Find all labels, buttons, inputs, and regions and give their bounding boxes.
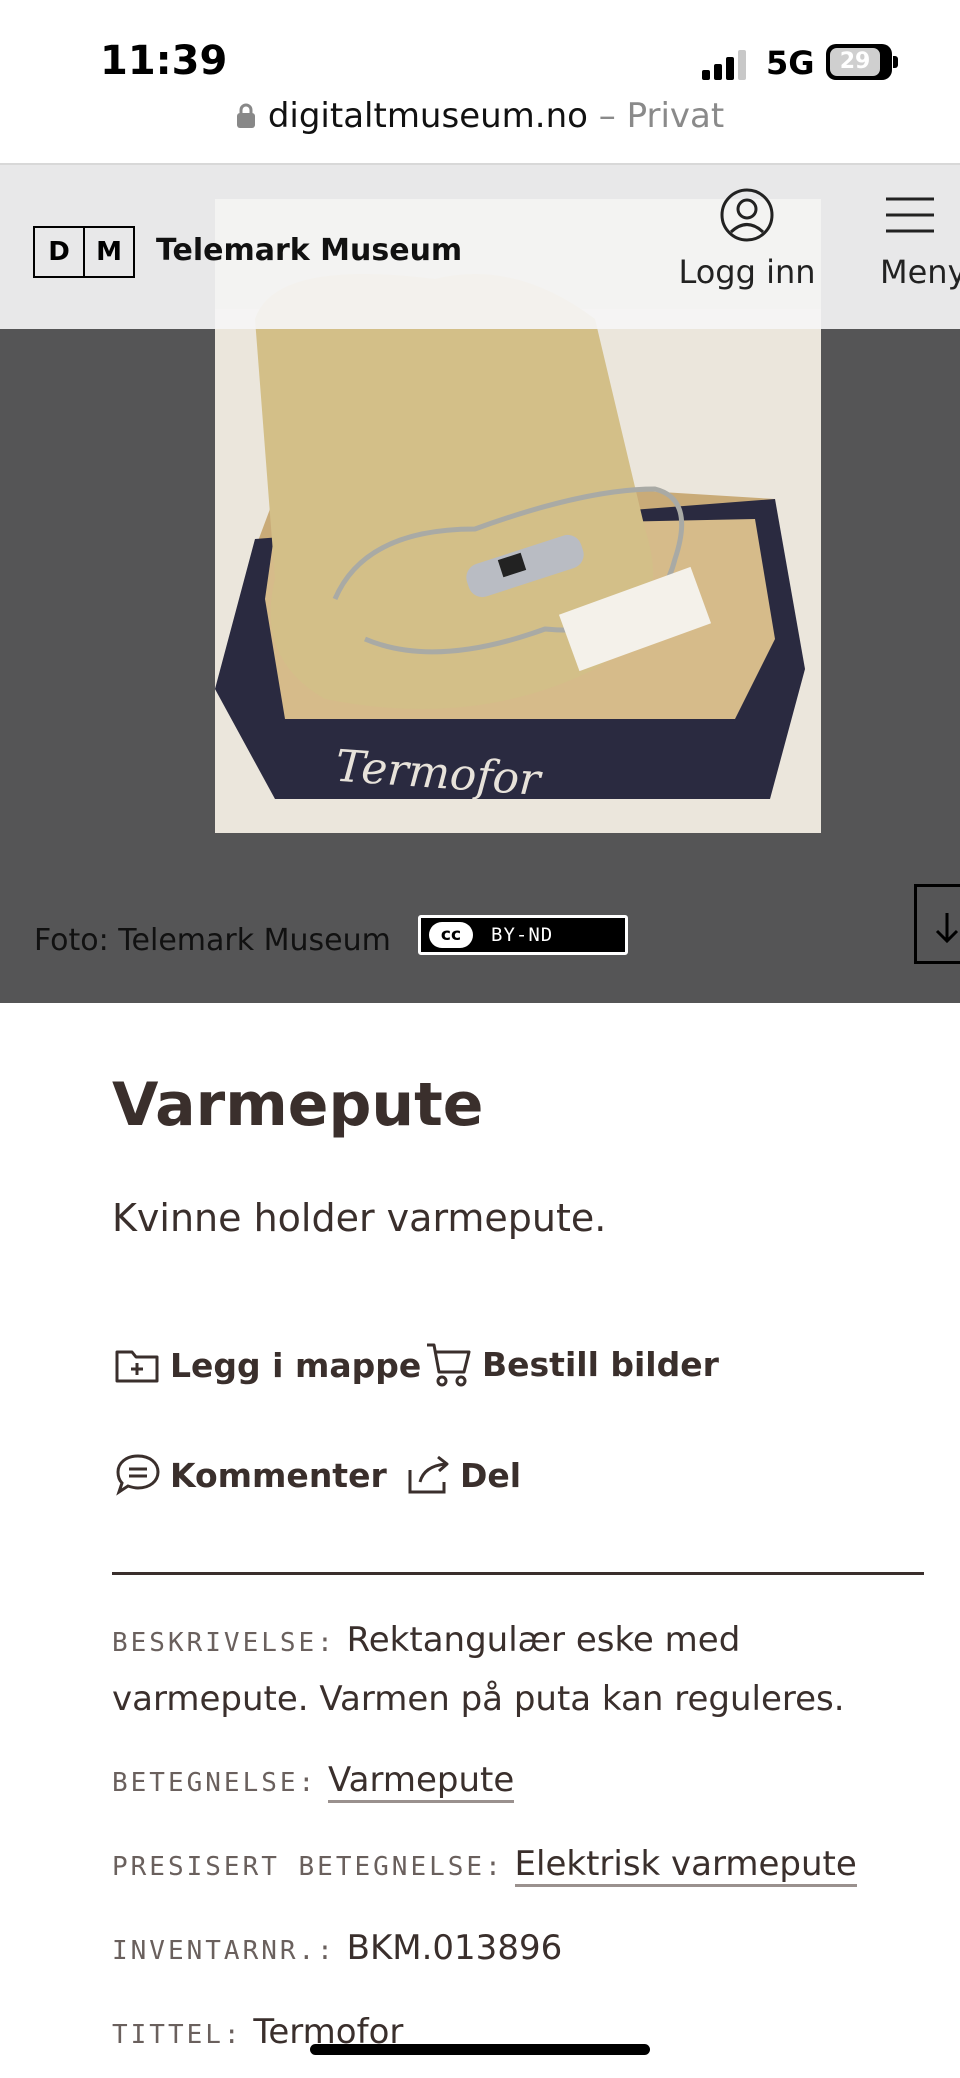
cc-icon: cc: [429, 922, 473, 948]
item-caption: Kvinne holder varmepute.: [112, 1196, 607, 1240]
share-button[interactable]: Del: [406, 1454, 521, 1496]
login-label: Logg inn: [678, 253, 816, 291]
detail-specified-designation: PRESISERT BETEGNELSE: Elektrisk varmeput…: [112, 1836, 872, 1895]
detail-link[interactable]: Elektrisk varmepute: [514, 1844, 857, 1887]
share-icon: [408, 1455, 449, 1494]
order-images-button[interactable]: Bestill bilder: [424, 1340, 719, 1388]
site-header: D M Telemark Museum Logg inn Meny: [0, 165, 960, 329]
battery-tip: [893, 56, 898, 68]
network-label: 5G: [766, 44, 815, 82]
detail-key: BESKRIVELSE:: [112, 1628, 336, 1658]
status-time: 11:39: [100, 38, 228, 84]
detail-link[interactable]: Varmepute: [328, 1760, 515, 1803]
section-divider: [112, 1572, 924, 1575]
logo-letter-d: D: [48, 237, 70, 267]
folder-plus-icon: [115, 1350, 159, 1383]
detail-key: BETEGNELSE:: [112, 1768, 318, 1798]
home-indicator[interactable]: [310, 2044, 650, 2055]
comment-label: Kommenter: [170, 1455, 387, 1495]
login-button[interactable]: Logg inn: [672, 187, 822, 291]
detail-designation: BETEGNELSE: Varmepute: [112, 1752, 872, 1811]
battery-icon: 29: [826, 44, 892, 80]
download-button[interactable]: [914, 884, 960, 964]
menu-button[interactable]: Meny: [880, 187, 960, 291]
detail-value: BKM.013896: [346, 1928, 563, 1968]
page-title: Varmepute: [112, 1070, 484, 1140]
cart-icon: [427, 1343, 471, 1387]
share-label: Del: [460, 1455, 522, 1495]
battery-level: 29: [830, 48, 880, 76]
hamburger-icon: [886, 197, 934, 233]
address-mode: – Privat: [587, 96, 725, 136]
arrow-down-icon: [935, 913, 959, 944]
museum-name[interactable]: Telemark Museum: [156, 233, 462, 268]
comment-icon: [116, 1454, 160, 1496]
detail-inventory-number: INVENTARNR.: BKM.013896: [112, 1920, 872, 1979]
order-images-label: Bestill bilder: [482, 1344, 719, 1384]
add-to-folder-label: Legg i mappe: [170, 1345, 422, 1385]
signal-icon: [702, 50, 750, 80]
address-bar[interactable]: digitaltmuseum.no – Privat: [0, 96, 960, 152]
dm-logo[interactable]: D M: [33, 226, 135, 278]
license-badge[interactable]: cc BY-ND: [418, 915, 628, 955]
user-icon: [720, 188, 774, 242]
detail-key: PRESISERT BETEGNELSE:: [112, 1852, 504, 1882]
detail-description: BESKRIVELSE: Rektangulær eske med varmep…: [112, 1612, 872, 1727]
menu-label: Meny: [880, 253, 960, 291]
lock-icon: [236, 98, 256, 138]
detail-key: TITTEL:: [112, 2020, 243, 2050]
logo-letter-m: M: [83, 228, 133, 276]
photo-credit: Foto: Telemark Museum: [34, 923, 391, 958]
license-label: BY-ND: [491, 924, 554, 946]
add-to-folder-button[interactable]: Legg i mappe: [114, 1344, 421, 1386]
comment-button[interactable]: Kommenter: [114, 1452, 387, 1498]
detail-key: INVENTARNR.:: [112, 1936, 336, 1966]
address-domain: digitaltmuseum.no: [267, 96, 588, 136]
